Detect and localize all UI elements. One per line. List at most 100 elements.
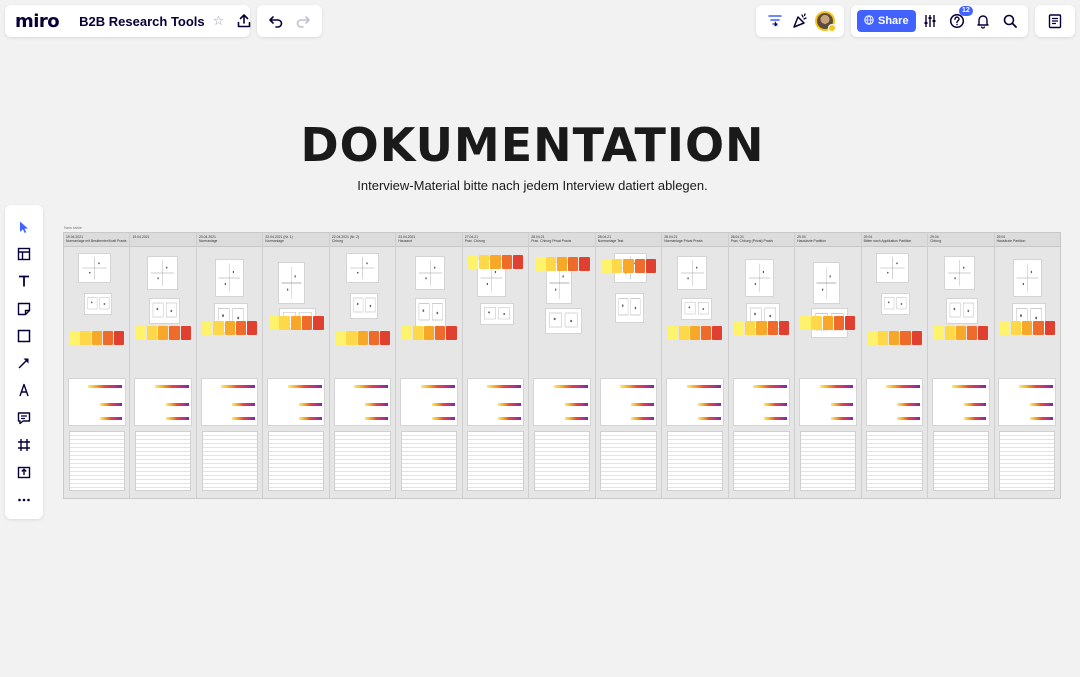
settings-sliders-icon[interactable] — [918, 9, 942, 33]
documentation-table[interactable]: 19.04.2021 Normanlage mit Bestimmter/Kraf… — [63, 232, 1061, 499]
table-column[interactable]: 29.04 Hausärzte Partition — [994, 233, 1061, 498]
notes-card[interactable] — [881, 293, 911, 315]
share-button[interactable]: Share — [857, 10, 916, 32]
select-cursor-icon[interactable] — [9, 213, 39, 240]
rating-strip[interactable] — [733, 321, 789, 335]
notes-card[interactable] — [148, 298, 181, 324]
notes-card[interactable] — [83, 293, 113, 315]
celebrate-icon[interactable] — [787, 8, 812, 34]
user-avatar[interactable] — [813, 8, 838, 34]
connection-line-icon[interactable] — [9, 349, 39, 376]
sketch-card[interactable] — [1012, 259, 1042, 297]
table-column[interactable]: 23.04.2021 Hausarzt — [396, 233, 463, 498]
table-column[interactable]: 29.04 Hausärzte Partition — [795, 233, 862, 498]
rating-strip[interactable] — [667, 326, 723, 340]
notes-card[interactable] — [680, 298, 712, 320]
interview-table[interactable] — [533, 431, 591, 491]
table-column[interactable]: 28.04.21 Prax. Chirurg Privat Praxis — [529, 233, 596, 498]
table-column[interactable]: 28.04.21 Prax. Chirurg (Privat) Praxis — [728, 233, 796, 498]
rating-strip[interactable] — [401, 326, 457, 340]
more-tools-icon[interactable] — [9, 486, 39, 513]
score-card[interactable] — [333, 378, 392, 426]
sketch-card[interactable] — [215, 259, 245, 297]
interview-table[interactable] — [267, 431, 325, 491]
sticky-note-icon[interactable] — [9, 295, 39, 322]
bell-icon[interactable] — [971, 9, 995, 33]
comment-icon[interactable] — [9, 404, 39, 431]
export-icon[interactable] — [236, 7, 252, 35]
rating-strip[interactable] — [202, 321, 258, 335]
interview-table[interactable] — [999, 431, 1056, 491]
sketch-card[interactable] — [676, 256, 708, 290]
sketch-card[interactable] — [146, 256, 178, 290]
sketch-card[interactable] — [277, 262, 305, 304]
notes-card[interactable] — [544, 308, 582, 334]
score-card[interactable] — [666, 378, 724, 426]
search-icon[interactable] — [998, 9, 1022, 33]
interview-table[interactable] — [733, 431, 790, 491]
undo-icon[interactable] — [263, 8, 289, 34]
pen-tool-icon[interactable] — [9, 377, 39, 404]
table-column[interactable]: 22.04.2021 (Nr. 2) Chirurg — [329, 233, 397, 498]
interview-table[interactable] — [68, 431, 125, 491]
score-card[interactable] — [799, 378, 857, 426]
table-column[interactable]: 20.04.2021 Normanlage — [196, 233, 264, 498]
rating-strip[interactable] — [135, 326, 191, 340]
rating-strip[interactable] — [866, 331, 922, 345]
sketch-card[interactable] — [346, 253, 379, 283]
table-column[interactable]: 28.04.21 Normanlage Privat Praxis — [662, 233, 729, 498]
score-card[interactable] — [400, 378, 458, 426]
notes-card[interactable] — [479, 303, 514, 325]
interview-table[interactable] — [135, 431, 192, 491]
interview-table[interactable] — [600, 431, 657, 491]
interview-table[interactable] — [666, 431, 724, 491]
upload-icon[interactable] — [9, 459, 39, 486]
sketch-card[interactable] — [414, 256, 446, 290]
score-card[interactable] — [599, 378, 658, 426]
shape-tool-icon[interactable] — [9, 322, 39, 349]
score-card[interactable] — [267, 378, 325, 426]
interview-table[interactable] — [201, 431, 258, 491]
table-column[interactable]: 28.04.21 Normanlage Test — [595, 233, 663, 498]
bring-everyone-icon[interactable] — [762, 8, 787, 34]
sketch-card[interactable] — [944, 256, 976, 290]
rating-strip[interactable] — [933, 326, 989, 340]
rating-strip[interactable] — [600, 259, 656, 273]
notes-card[interactable] — [349, 293, 379, 319]
score-card[interactable] — [466, 378, 525, 426]
interview-table[interactable] — [334, 431, 391, 491]
rating-strip[interactable] — [268, 316, 324, 330]
notes-card[interactable] — [414, 298, 447, 328]
table-column[interactable]: 19.04.2021 — [130, 233, 197, 498]
help-icon[interactable]: 12 — [945, 6, 973, 33]
interview-table[interactable] — [866, 431, 923, 491]
sketch-card[interactable] — [813, 262, 841, 304]
notes-card[interactable] — [615, 293, 645, 323]
score-card[interactable] — [134, 378, 193, 426]
table-column[interactable]: 19.04.2021 Normanlage mit Bestimmter/Kraf… — [64, 233, 131, 498]
table-column[interactable]: 27.04.21 Prax. Chirurg — [462, 233, 530, 498]
interview-table[interactable] — [799, 431, 857, 491]
sketch-card[interactable] — [745, 259, 774, 297]
notes-list-icon[interactable] — [1047, 13, 1063, 29]
score-card[interactable] — [67, 378, 126, 426]
table-column[interactable]: 22.04.2021 (Nr. 1) Normanlage — [263, 233, 330, 498]
rating-strip[interactable] — [468, 255, 524, 269]
interview-table[interactable] — [467, 431, 524, 491]
notes-card[interactable] — [946, 298, 978, 324]
interview-table[interactable] — [400, 431, 458, 491]
redo-icon[interactable] — [290, 8, 316, 34]
score-card[interactable] — [533, 378, 591, 426]
sketch-card[interactable] — [78, 253, 112, 283]
rating-strip[interactable] — [534, 257, 590, 271]
rating-strip[interactable] — [999, 321, 1055, 335]
rating-strip[interactable] — [335, 331, 391, 345]
miro-logo[interactable]: miro — [15, 11, 60, 32]
star-icon[interactable]: ☆ — [213, 13, 225, 29]
score-card[interactable] — [200, 378, 259, 426]
rating-strip[interactable] — [69, 331, 125, 345]
templates-icon[interactable] — [9, 240, 39, 267]
table-column[interactable]: 29.04 Bitten nach Applikation Partition — [861, 233, 929, 498]
score-card[interactable] — [932, 378, 990, 426]
sketch-card[interactable] — [876, 253, 909, 283]
